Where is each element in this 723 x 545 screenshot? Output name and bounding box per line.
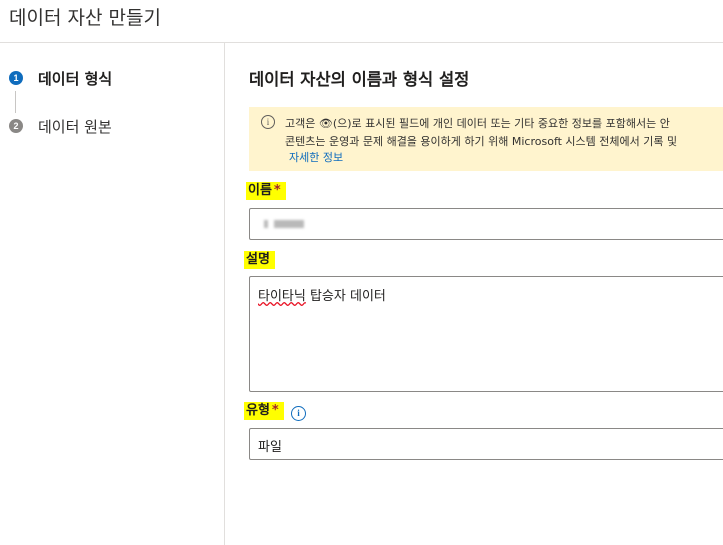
banner-text-line: 콘텐츠는 운영과 문제 해결을 용이하게 하기 위해 Microsoft 시스템… xyxy=(285,135,678,148)
info-icon: i xyxy=(261,115,275,129)
misspelled-word: 타이타닉 xyxy=(258,289,306,304)
label-text: 설명 xyxy=(246,252,270,267)
redacted-value xyxy=(274,220,304,228)
description-rest: 탑승자 데이터 xyxy=(305,289,386,304)
step-data-format[interactable]: 1 데이터 형식 xyxy=(9,68,112,88)
privacy-info-banner: i 고객은 👁(으)로 표시된 필드에 개인 데이터 또는 기타 중요한 정보를… xyxy=(249,107,723,171)
description-value: 타이타닉 탑승자 데이터 xyxy=(258,285,386,304)
description-field-label: 설명 xyxy=(244,251,275,269)
name-field-label: 이름 * xyxy=(246,182,286,200)
description-textarea[interactable]: 타이타닉 탑승자 데이터 xyxy=(249,276,723,392)
label-text: 이름 xyxy=(248,183,272,198)
info-circle-icon[interactable]: i xyxy=(291,406,306,421)
step-label: 데이터 원본 xyxy=(38,117,112,136)
learn-more-link[interactable]: 자세한 정보 xyxy=(289,149,343,165)
required-marker: * xyxy=(273,183,281,198)
step-connector xyxy=(15,91,16,113)
step-label: 데이터 형식 xyxy=(38,69,113,88)
required-marker: * xyxy=(271,403,279,418)
step-number-badge: 2 xyxy=(9,119,23,133)
section-heading: 데이터 자산의 이름과 형식 설정 xyxy=(249,70,470,89)
title-bar: 데이터 자산 만들기 xyxy=(0,0,723,43)
type-dropdown[interactable]: 파일 xyxy=(249,428,723,460)
redacted-value xyxy=(264,220,268,228)
label-text: 유형 xyxy=(246,403,270,418)
name-input[interactable] xyxy=(249,208,723,240)
step-data-source[interactable]: 2 데이터 원본 xyxy=(9,116,112,136)
step-number-badge: 1 xyxy=(9,71,23,85)
banner-text-line: 고객은 👁(으)로 표시된 필드에 개인 데이터 또는 기타 중요한 정보를 포… xyxy=(285,117,670,130)
type-field-label: 유형 * xyxy=(244,402,284,420)
type-selected-value: 파일 xyxy=(258,440,282,455)
page-title: 데이터 자산 만들기 xyxy=(9,7,161,29)
